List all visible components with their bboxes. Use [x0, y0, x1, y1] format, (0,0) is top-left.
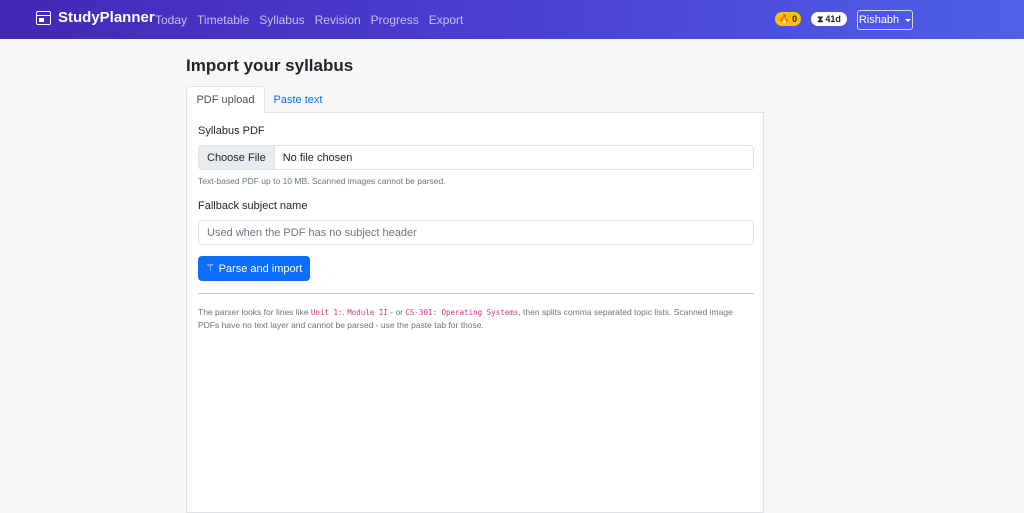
- parser-note: The parser looks for lines like Unit 1:,…: [198, 306, 754, 332]
- pdf-help-text: Text-based PDF up to 10 MB. Scanned imag…: [198, 176, 446, 186]
- file-status: No file chosen: [282, 151, 353, 164]
- calendar-icon: [36, 10, 51, 25]
- user-menu-button[interactable]: Rishabh: [857, 10, 913, 30]
- subject-name-input[interactable]: [198, 220, 754, 245]
- nav-link-today[interactable]: Today: [155, 13, 187, 27]
- tab-paste-text[interactable]: Paste text: [265, 86, 331, 113]
- code-unit: Unit 1:: [310, 308, 343, 317]
- divider: [198, 293, 754, 294]
- days-left-value: 41d: [825, 14, 841, 24]
- fire-icon: 🔥: [778, 13, 791, 24]
- tab-pdf-upload[interactable]: PDF upload: [186, 86, 265, 114]
- pdf-file-input[interactable]: Choose File No file chosen: [198, 145, 754, 170]
- import-tabs: PDF upload Paste text: [186, 86, 764, 114]
- caret-down-icon: [905, 18, 912, 22]
- hourglass-icon: ⧗: [817, 13, 824, 24]
- note-text-2: - or: [387, 307, 406, 317]
- streak-badge: 🔥 0: [775, 12, 801, 26]
- code-module: Module II: [347, 308, 388, 317]
- parse-import-button[interactable]: ⚚ Parse and import: [198, 256, 310, 281]
- parse-import-label: Parse and import: [218, 262, 303, 275]
- brand-link[interactable]: StudyPlanner: [36, 9, 155, 26]
- nav-link-syllabus[interactable]: Syllabus: [259, 13, 304, 27]
- pdf-upload-panel: Syllabus PDF Choose File No file chosen …: [186, 113, 764, 513]
- page-title: Import your syllabus: [186, 56, 354, 75]
- nav-link-export[interactable]: Export: [429, 13, 464, 27]
- nav-link-progress[interactable]: Progress: [371, 13, 419, 27]
- streak-count: 0: [792, 14, 798, 24]
- pdf-label: Syllabus PDF: [198, 125, 265, 137]
- nav-links: Today Timetable Syllabus Revision Progre…: [155, 13, 463, 27]
- subject-label: Fallback subject name: [198, 200, 308, 212]
- code-course: CS-301: Operating Systems: [405, 308, 519, 317]
- nav-link-timetable[interactable]: Timetable: [197, 13, 249, 27]
- brand-name: StudyPlanner: [58, 9, 155, 26]
- days-left-badge: ⧗ 41d: [811, 12, 847, 26]
- user-name: Rishabh: [858, 14, 900, 26]
- note-text-1: The parser looks for lines like: [198, 307, 311, 317]
- nav-link-revision[interactable]: Revision: [315, 13, 361, 27]
- top-navbar: StudyPlanner Today Timetable Syllabus Re…: [0, 0, 1024, 39]
- choose-file-button[interactable]: Choose File: [199, 146, 275, 169]
- magic-wand-icon: ⚚: [205, 262, 215, 274]
